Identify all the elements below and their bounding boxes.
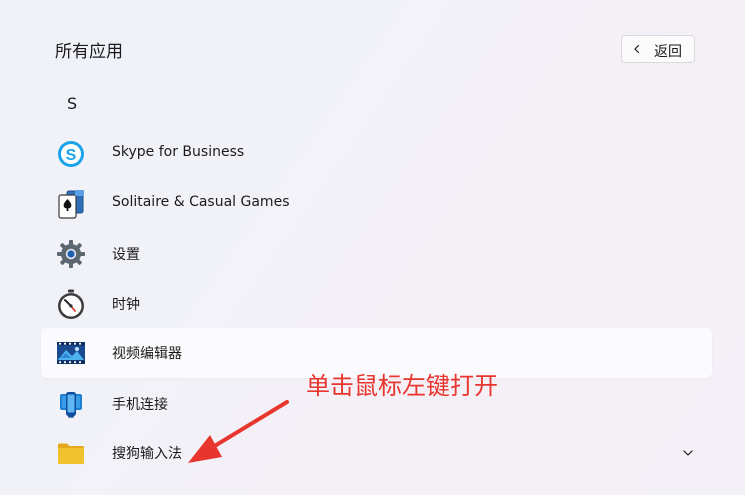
page-title: 所有应用 <box>55 42 123 62</box>
annotation-arrow-icon <box>188 400 289 463</box>
video-editor-icon <box>57 342 85 364</box>
clock-icon <box>58 289 84 319</box>
app-item-skype-for-business[interactable]: S Skype for Business <box>41 129 712 179</box>
app-item-solitaire[interactable]: Solitaire & Casual Games <box>41 179 712 229</box>
solitaire-icon <box>58 190 84 219</box>
app-label: Skype for Business <box>112 144 245 160</box>
app-label: Solitaire & Casual Games <box>112 194 290 210</box>
app-item-clock[interactable]: 时钟 <box>41 279 712 329</box>
back-button-label: 返回 <box>654 44 682 60</box>
app-label: 视频编辑器 <box>112 346 182 362</box>
svg-text:S: S <box>66 147 77 164</box>
section-letter: S <box>67 94 78 113</box>
app-label: 手机连接 <box>112 397 168 413</box>
app-label: 时钟 <box>112 297 140 313</box>
folder-icon <box>58 443 84 464</box>
annotation-text: 单击鼠标左键打开 <box>306 372 498 400</box>
app-label: 设置 <box>112 247 140 263</box>
app-item-sogou-input[interactable]: 搜狗输入法 <box>41 428 712 478</box>
phone-link-icon <box>60 392 82 418</box>
settings-gear-icon <box>57 240 85 268</box>
chevron-down-icon[interactable] <box>682 448 694 458</box>
app-item-settings[interactable]: 设置 <box>41 229 712 279</box>
chevron-left-icon <box>634 44 640 54</box>
skype-icon: S <box>58 141 84 167</box>
back-button[interactable]: 返回 <box>621 35 695 63</box>
